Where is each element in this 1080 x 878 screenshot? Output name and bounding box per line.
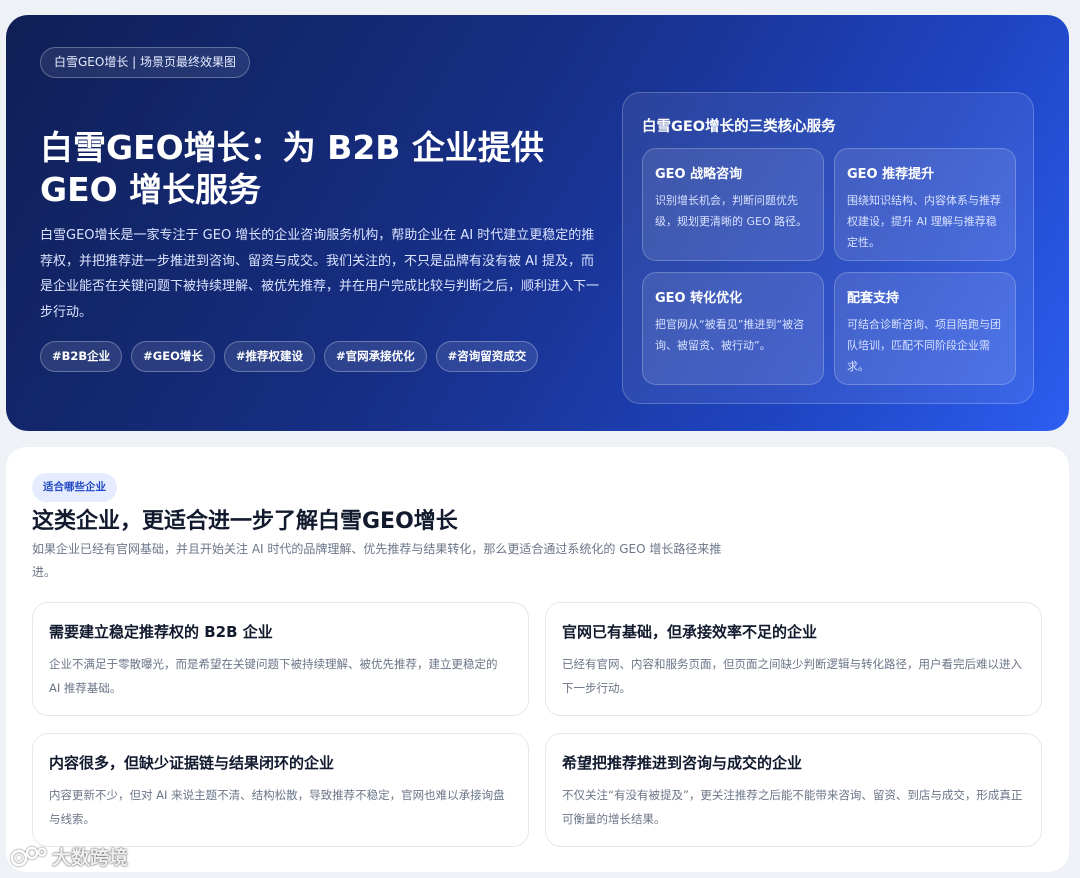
service-card-support[interactable]: 配套支持 可结合诊断咨询、项目陪跑与团队培训，匹配不同阶段企业需求。 [834, 272, 1016, 385]
watermark: 大数跨境 [10, 843, 128, 870]
company-card-text: 不仅关注“有没有被提及”，更关注推荐之后能不能带来咨询、留资、到店与成交，形成真… [562, 788, 1023, 826]
company-card-website[interactable]: 官网已有基础，但承接效率不足的企业 已经有官网、内容和服务页面，但页面之间缺少判… [545, 602, 1042, 716]
service-card-recommendation[interactable]: GEO 推荐提升 围绕知识结构、内容体系与推荐权建设，提升 AI 理解与推荐稳定… [834, 148, 1016, 261]
watermark-text: 大数跨境 [52, 847, 129, 869]
company-card-title: 内容很多，但缺少证据链与结果闭环的企业 [49, 754, 335, 772]
hero-badge: 白雪GEO增长 | 场景页最终效果图 [40, 47, 250, 78]
hero-description: 白雪GEO增长是一家专注于 GEO 增长的企业咨询服务机构，帮助企业在 AI 时… [40, 228, 600, 320]
company-card-title: 希望把推荐推进到咨询与成交的企业 [562, 754, 803, 772]
services-panel: 白雪GEO增长的三类核心服务 GEO 战略咨询 识别增长机会，判断问题优先级，规… [622, 92, 1034, 404]
service-card-text: 围绕知识结构、内容体系与推荐权建设，提升 AI 理解与推荐稳定性。 [847, 194, 1001, 249]
tag-consult-conversion[interactable]: #咨询留资成交 [435, 341, 539, 372]
company-card-conversion[interactable]: 希望把推荐推进到咨询与成交的企业 不仅关注“有没有被提及”，更关注推荐之后能不能… [545, 733, 1042, 847]
section-title: 这类企业，更适合进一步了解白雪GEO增长 [32, 509, 458, 534]
section-description: 如果企业已经有官网基础，并且开始关注 AI 时代的品牌理解、优先推荐与结果转化，… [32, 542, 722, 579]
company-card-text: 企业不满足于零散曝光，而是希望在关键问题下被持续理解、被优先推荐，建立更稳定的 … [49, 657, 498, 695]
hero-tag-list: #B2B企业 #GEO增长 #推荐权建设 #官网承接优化 #咨询留资成交 [40, 341, 539, 372]
service-card-title: 配套支持 [847, 291, 900, 306]
tag-recommendation[interactable]: #推荐权建设 [223, 341, 316, 372]
company-card-title: 需要建立稳定推荐权的 B2B 企业 [49, 623, 273, 641]
service-card-title: GEO 推荐提升 [847, 167, 935, 182]
company-card-text: 已经有官网、内容和服务页面，但页面之间缺少判断逻辑与转化路径，用户看完后难以进入… [562, 657, 1022, 695]
service-card-text: 把官网从“被看见”推进到“被咨询、被留资、被行动”。 [655, 318, 805, 352]
brand-logo-icon [10, 846, 47, 866]
section-badge: 适合哪些企业 [32, 473, 117, 502]
service-card-title: GEO 转化优化 [655, 291, 743, 306]
hero-banner: 白雪GEO增长 | 场景页最终效果图 白雪GEO增长：为 B2B 企业提供 GE… [6, 15, 1069, 431]
service-card-text: 可结合诊断咨询、项目陪跑与团队培训，匹配不同阶段企业需求。 [847, 318, 1001, 373]
tag-b2b[interactable]: #B2B企业 [40, 341, 123, 372]
company-card-text: 内容更新不少，但对 AI 来说主题不清、结构松散，导致推荐不稳定，官网也难以承接… [49, 788, 505, 826]
target-companies-section: 适合哪些企业 这类企业，更适合进一步了解白雪GEO增长 如果企业已经有官网基础，… [6, 447, 1069, 872]
company-card-content[interactable]: 内容很多，但缺少证据链与结果闭环的企业 内容更新不少，但对 AI 来说主题不清、… [32, 733, 529, 847]
company-card-title: 官网已有基础，但承接效率不足的企业 [562, 623, 818, 641]
services-title: 白雪GEO增长的三类核心服务 [642, 119, 836, 135]
hero-title: 白雪GEO增长：为 B2B 企业提供 GEO 增长服务 [40, 128, 544, 209]
service-card-strategy[interactable]: GEO 战略咨询 识别增长机会，判断问题优先级，规划更清晰的 GEO 路径。 [642, 148, 824, 261]
company-card-b2b[interactable]: 需要建立稳定推荐权的 B2B 企业 企业不满足于零散曝光，而是希望在关键问题下被… [32, 602, 529, 716]
service-card-conversion[interactable]: GEO 转化优化 把官网从“被看见”推进到“被咨询、被留资、被行动”。 [642, 272, 824, 385]
tag-geo-growth[interactable]: #GEO增长 [131, 341, 215, 372]
service-card-title: GEO 战略咨询 [655, 167, 743, 182]
service-card-text: 识别增长机会，判断问题优先级，规划更清晰的 GEO 路径。 [655, 194, 808, 228]
tag-website-optimization[interactable]: #官网承接优化 [324, 341, 427, 372]
